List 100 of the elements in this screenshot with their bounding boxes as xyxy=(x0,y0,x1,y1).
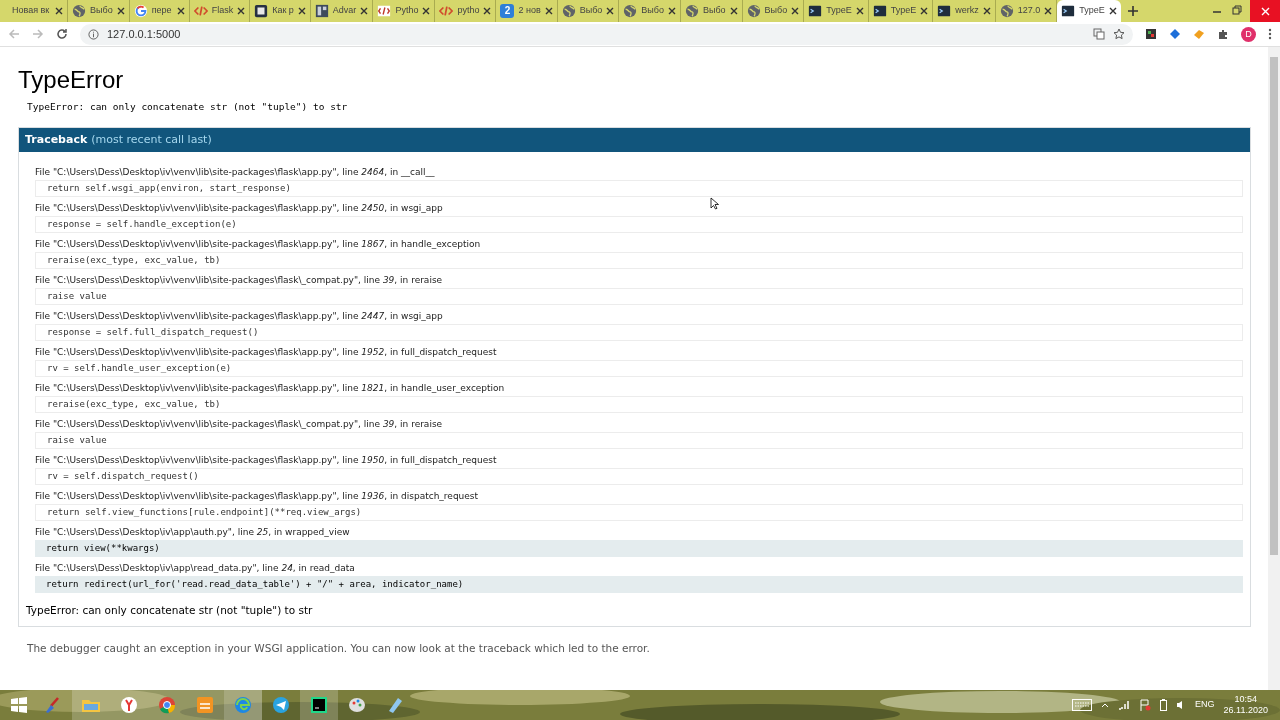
close-icon[interactable] xyxy=(606,7,615,15)
terminal-icon xyxy=(808,4,823,18)
terminal-icon xyxy=(1061,4,1076,18)
code-icon xyxy=(193,4,208,18)
globe-icon xyxy=(623,4,638,18)
terminal-icon xyxy=(937,4,952,18)
frame-location: File "C:\Users\Dess\Desktop\iv\venv\lib\site-packages\flask\app.py", line 2450, in wsgi_app xyxy=(35,202,443,216)
tab-title: Pytho xyxy=(395,4,419,18)
tab-title: Выбо xyxy=(579,4,603,18)
clock[interactable]: 10:54 26.11.2020 xyxy=(1223,694,1268,716)
address-field[interactable]: 127.0.0.1:5000 xyxy=(80,23,1133,45)
tab-title: пере xyxy=(151,4,173,18)
traceback-heading: Traceback xyxy=(25,132,88,148)
tab-title: 2 нов xyxy=(518,4,541,18)
debugger-explanation: The debugger caught an exception in your WSGI application. You can now look at the traceback which led to the error. xyxy=(27,641,651,656)
profile-avatar[interactable]: D xyxy=(1241,26,1256,42)
signal-icon[interactable] xyxy=(1118,700,1131,710)
error-summary: TypeError: can only concatenate str (not "tuple") to str xyxy=(26,603,314,619)
frame-location: File "C:\Users\Dess\Desktop\iv\app\auth.py", line 25, in wrapped_view xyxy=(35,526,350,540)
language-indicator[interactable]: ENG xyxy=(1195,698,1215,712)
frame-location: File "C:\Users\Dess\Desktop\iv\venv\lib\site-packages\flask\app.py", line 1952, in full_dispatch_request xyxy=(35,346,497,360)
menu-icon[interactable] xyxy=(1268,28,1272,40)
close-window-button[interactable] xyxy=(1250,0,1280,22)
windows-start-icon[interactable] xyxy=(10,696,28,714)
close-icon[interactable] xyxy=(483,7,492,15)
close-icon[interactable] xyxy=(1044,7,1053,15)
tab-title: Выбо xyxy=(764,4,788,18)
yandex-browser-icon[interactable] xyxy=(120,696,138,714)
tab-title: pytho xyxy=(457,4,480,18)
close-icon[interactable] xyxy=(855,7,864,15)
tab-title: TypeE xyxy=(1079,4,1105,18)
close-icon[interactable] xyxy=(360,7,369,15)
globe-icon xyxy=(746,4,761,18)
square-icon xyxy=(254,4,269,18)
close-icon[interactable] xyxy=(729,7,738,15)
clock-time: 10:54 xyxy=(1234,694,1258,705)
tab-title: TypeE xyxy=(890,4,917,18)
close-icon[interactable] xyxy=(1108,7,1117,15)
close-icon[interactable] xyxy=(920,7,929,15)
globe-icon xyxy=(684,4,699,18)
close-icon[interactable] xyxy=(667,7,676,15)
frame-location: File "C:\Users\Dess\Desktop\iv\venv\lib\site-packages\flask\app.py", line 1950, in full_dispatch_request xyxy=(35,454,497,468)
translate-icon[interactable] xyxy=(1093,28,1105,40)
tag-icon xyxy=(377,4,392,18)
cursor-icon xyxy=(710,197,719,210)
tab-title: Flask xyxy=(211,4,234,18)
error-message: TypeError: can only concatenate str (not "tuple") to str xyxy=(27,100,349,114)
battery-icon[interactable] xyxy=(1160,699,1168,711)
close-icon[interactable] xyxy=(791,7,800,15)
code-icon xyxy=(439,4,454,18)
chrome-icon[interactable] xyxy=(158,696,176,714)
tab-title: Новая вк xyxy=(12,4,51,18)
flag-icon[interactable] xyxy=(1139,699,1152,711)
tab-title: Выбо xyxy=(90,4,113,18)
pycharm-icon[interactable] xyxy=(310,696,328,714)
close-icon[interactable] xyxy=(544,7,553,15)
reload-icon[interactable] xyxy=(56,28,68,40)
frame-location: File "C:\Users\Dess\Desktop\iv\venv\lib\site-packages\flask\_compat.py", line 39, in reraise xyxy=(35,418,443,432)
close-icon[interactable] xyxy=(237,7,246,15)
tab-title: Выбо xyxy=(702,4,726,18)
close-icon[interactable] xyxy=(176,7,185,15)
traceback-note: (most recent call last) xyxy=(91,132,212,148)
url-text: 127.0.0.1:5000 xyxy=(107,26,182,42)
close-icon xyxy=(1260,6,1270,16)
scrollbar[interactable] xyxy=(1268,47,1280,690)
tab-title: TypeE xyxy=(826,4,852,18)
frame-location: File "C:\Users\Dess\Desktop\iv\venv\lib\site-packages\flask\app.py", line 1936, in dispatch_request xyxy=(35,490,479,504)
pdf-icon[interactable] xyxy=(196,696,214,714)
close-icon[interactable] xyxy=(422,7,431,15)
restore-icon[interactable] xyxy=(1232,5,1242,15)
tab-title: Advar xyxy=(332,4,357,18)
chevron-up-icon[interactable] xyxy=(1101,701,1110,709)
traceback-header[interactable]: Traceback (most recent call last) xyxy=(19,128,1250,153)
close-icon[interactable] xyxy=(116,7,125,15)
close-icon[interactable] xyxy=(982,7,991,15)
tab-title: Выбо xyxy=(641,4,664,18)
close-icon[interactable] xyxy=(55,7,63,15)
puzzle-icon[interactable] xyxy=(1217,28,1229,40)
globe-icon xyxy=(561,4,576,18)
clock-date: 26.11.2020 xyxy=(1223,705,1268,716)
new-tab-icon[interactable] xyxy=(1126,5,1139,17)
browser-tab[interactable]: TypeE xyxy=(1057,0,1121,22)
tab-title: 127.0 xyxy=(1017,4,1041,18)
paint-palette-icon[interactable] xyxy=(348,696,366,714)
info-icon xyxy=(88,28,99,40)
error-title: TypeError xyxy=(18,66,125,94)
number-badge: 2 xyxy=(500,4,515,18)
notepad-icon[interactable] xyxy=(386,696,404,714)
star-icon[interactable] xyxy=(1113,28,1125,40)
frame-location: File "C:\Users\Dess\Desktop\iv\venv\lib\site-packages\flask\app.py", line 1867, in handle_exception xyxy=(35,238,481,252)
google-icon xyxy=(133,4,148,18)
extension-icon[interactable] xyxy=(1145,28,1157,40)
terminal-icon xyxy=(872,4,887,18)
frame-location: File "C:\Users\Dess\Desktop\iv\venv\lib\site-packages\flask\app.py", line 2447, in wsgi_app xyxy=(35,310,443,324)
frame-location: File "C:\Users\Dess\Desktop\iv\venv\lib\site-packages\flask\_compat.py", line 39, in reraise xyxy=(35,274,443,288)
close-icon[interactable] xyxy=(297,7,306,15)
keyboard-icon[interactable] xyxy=(1072,699,1093,711)
grid-icon xyxy=(314,4,329,18)
frame-location: File "C:\Users\Dess\Desktop\iv\venv\lib\site-packages\flask\app.py", line 1821, in handle_user_exception xyxy=(35,382,505,396)
telegram-icon[interactable] xyxy=(272,696,290,714)
